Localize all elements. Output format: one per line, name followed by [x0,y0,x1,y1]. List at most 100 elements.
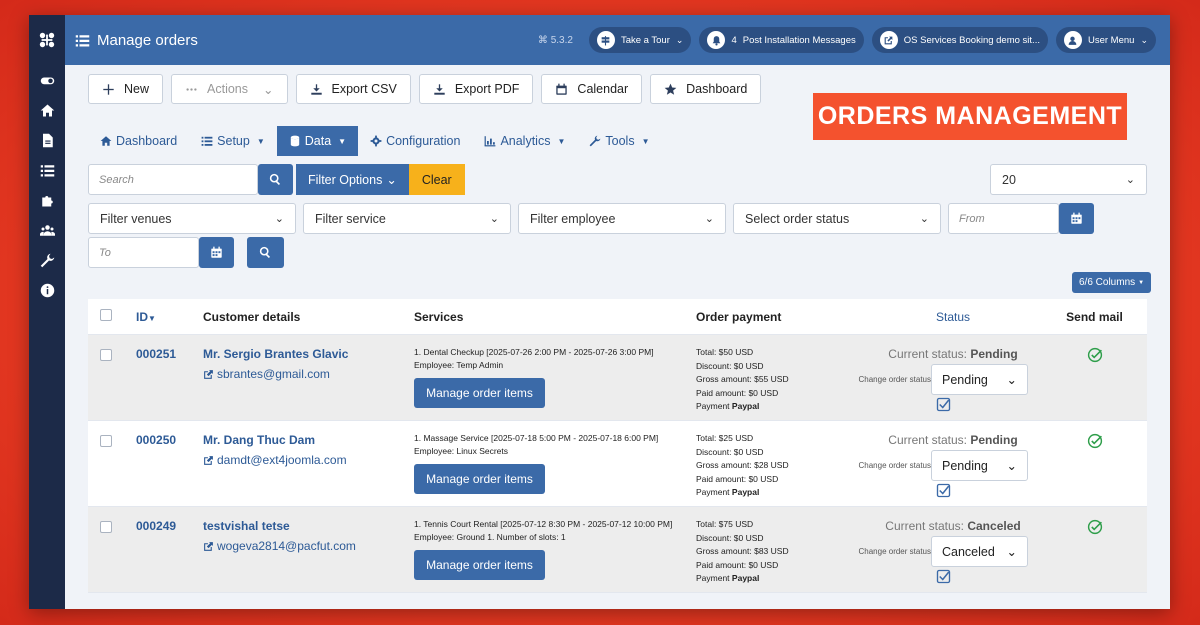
nav-setup-label: Setup [217,134,250,148]
order-status-select[interactable]: Select order status ⌄ [733,203,941,234]
clear-button[interactable]: Clear [408,164,465,195]
manage-order-items-button[interactable]: Manage order items [414,550,545,580]
wrench-icon[interactable] [29,245,65,275]
customer-email-link[interactable]: damdt@ext4joomla.com [203,453,414,467]
nav-configuration[interactable]: Configuration [358,126,472,156]
topbar: Manage orders ⌘ 5.3.2 Take a Tour ⌄ 4 Po… [65,15,1170,65]
row-checkbox[interactable] [100,349,112,361]
save-status-icon[interactable] [936,569,1042,589]
current-status-label: Current status: [888,347,967,361]
info-icon[interactable] [29,275,65,305]
dashboard-button[interactable]: Dashboard [650,74,762,104]
change-status-select[interactable]: Canceled ⌄ [931,536,1028,567]
nav-dashboard[interactable]: Dashboard [88,126,189,156]
id-sort-header[interactable]: ID▼ [136,310,203,324]
from-date-input[interactable]: From [948,203,1059,234]
customer-email-link[interactable]: wogeva2814@pacfut.com [203,539,414,553]
toggle-icon[interactable] [29,65,65,95]
file-icon[interactable] [29,125,65,155]
discount-amount: Discount: $0 USD [696,360,764,371]
total-amount: Total: $25 USD [696,433,754,443]
nav-configuration-label: Configuration [386,134,461,148]
customer-name-link[interactable]: Mr. Sergio Brantes Glavic [203,347,414,361]
payment-method-value: Paypal [731,573,760,583]
apply-search-button[interactable] [247,237,284,268]
download-icon [434,83,445,95]
customer-name-link[interactable]: testvishal tetse [203,519,414,533]
change-status-value: Canceled [942,544,995,559]
search-input[interactable]: Search [88,164,258,195]
list-limit-select[interactable]: 20 ⌄ [990,164,1147,195]
puzzle-icon[interactable] [29,185,65,215]
send-mail-check-icon[interactable] [1087,519,1103,540]
to-calendar-button[interactable] [199,237,234,268]
from-calendar-button[interactable] [1059,203,1094,234]
list-icon [75,34,90,46]
sub-navigation: Dashboard Setup ▼ Data ▼ Configuration Ana… [88,126,662,156]
search-button[interactable] [258,164,293,195]
nav-data[interactable]: Data ▼ [276,126,359,156]
external-link-icon [204,369,213,379]
customer-email-text: wogeva2814@pacfut.com [217,539,356,553]
columns-toggle-button[interactable]: 6/6 Columns ▼ [1072,272,1152,293]
gross-amount: Gross amount: $28 USD [696,460,789,470]
calendar-icon [556,83,568,95]
messages-label: Post Installation Messages [742,34,856,46]
save-status-icon[interactable] [936,483,1042,503]
to-date-input[interactable]: To [88,237,199,268]
user-menu-button[interactable]: User Menu ⌄ [1055,27,1156,53]
filter-service-select[interactable]: Filter service ⌄ [303,203,511,234]
take-tour-button[interactable]: Take a Tour ⌄ [588,27,692,53]
export-pdf-button[interactable]: Export PDF [418,74,534,104]
payment-method: Payment Paypal [696,400,864,414]
filter-options-button[interactable]: Filter Options ⌄ [296,164,409,195]
filter-employee-select[interactable]: Filter employee ⌄ [518,203,726,234]
order-id-link[interactable]: 000251 [136,347,203,361]
nav-setup[interactable]: Setup ▼ [189,126,277,156]
nav-analytics[interactable]: Analytics ▼ [472,126,577,156]
filter-venues-select[interactable]: Filter venues ⌄ [88,203,296,234]
service-line: 1. Tennis Court Rental [2025-07-12 8:30 … [414,519,673,542]
home-icon[interactable] [29,95,65,125]
send-mail-check-icon[interactable] [1087,433,1103,454]
signpost-icon [596,31,615,49]
payment-method: Payment Paypal [696,572,864,586]
download-icon [310,83,322,95]
status-header[interactable]: Status [864,310,1042,324]
gear-icon [370,135,382,147]
gross-amount: Gross amount: $83 USD [696,546,789,556]
caret-down-icon: ▼ [1138,279,1145,286]
export-csv-button[interactable]: Export CSV [295,74,411,104]
actions-label: Actions [207,82,249,96]
post-install-messages-button[interactable]: 4 Post Installation Messages [699,27,864,53]
export-csv-label: Export CSV [331,82,397,96]
chart-icon [485,136,496,147]
change-status-select[interactable]: Pending ⌄ [931,450,1028,481]
site-link-button[interactable]: OS Services Booking demo sit... [871,27,1048,53]
actions-button[interactable]: Actions ⌄ [171,74,288,104]
row-checkbox[interactable] [100,521,112,533]
select-all-checkbox[interactable] [100,309,112,321]
users-icon[interactable] [29,215,65,245]
manage-order-items-button[interactable]: Manage order items [414,464,545,494]
order-id-link[interactable]: 000250 [136,433,203,447]
customer-name-link[interactable]: Mr. Dang Thuc Dam [203,433,414,447]
manage-order-items-button[interactable]: Manage order items [414,378,545,408]
nav-tools[interactable]: Tools ▼ [577,126,661,156]
orders-management-banner: ORDERS MANAGEMENT [813,93,1127,140]
calendar-button[interactable]: Calendar [541,74,643,104]
filter-options-label: Filter Options [308,172,383,187]
change-status-select[interactable]: Pending ⌄ [931,364,1028,395]
customer-email-link[interactable]: sbrantes@gmail.com [203,367,414,381]
joomla-logo[interactable] [29,15,65,65]
payment-method-value: Paypal [731,487,760,497]
send-mail-check-icon[interactable] [1087,347,1103,368]
list-icon[interactable] [29,155,65,185]
new-button[interactable]: New [88,74,164,104]
database-icon [290,135,299,147]
order-id-link[interactable]: 000249 [136,519,203,533]
payment-method-label: Payment [696,487,730,497]
row-checkbox[interactable] [100,435,112,447]
site-link-label: OS Services Booking demo sit... [903,34,1040,46]
save-status-icon[interactable] [936,397,1042,417]
